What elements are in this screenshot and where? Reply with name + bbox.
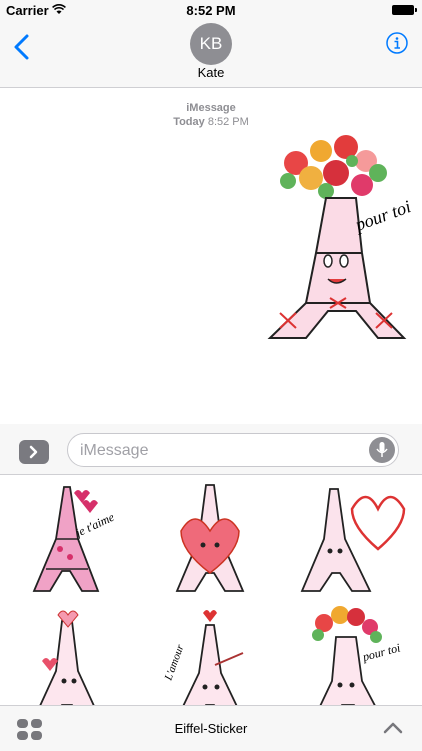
message-thread: iMessage Today 8:52 PM pour toi xyxy=(0,88,422,424)
service-label: iMessage xyxy=(186,102,236,114)
app-bar: Eiffel-Sticker xyxy=(0,705,422,751)
sticker-caption-lamour: L'amour xyxy=(162,642,187,683)
conversation-header: KB Kate xyxy=(0,20,422,88)
sticker-caption-je-taime: je t'aime xyxy=(72,509,117,540)
sent-eiffel-flowers-sticker[interactable]: pour toi xyxy=(266,133,414,348)
clock: 8:52 PM xyxy=(186,3,236,18)
app-name: Eiffel-Sticker xyxy=(174,721,248,736)
sticker-eiffel-heart-balloon[interactable] xyxy=(290,479,410,597)
message-input[interactable]: iMessage xyxy=(67,433,399,467)
sent-sticker-caption: pour toi xyxy=(351,196,414,235)
sticker-eiffel-hearts[interactable]: je t'aime xyxy=(12,479,132,597)
microphone-button[interactable] xyxy=(369,437,395,463)
avatar[interactable]: KB xyxy=(190,23,232,65)
sticker-eiffel-hearts-tree[interactable] xyxy=(12,601,132,705)
eiffel-big-heart-sticker-icon xyxy=(175,484,245,592)
eiffel-hearts-tree-sticker-icon xyxy=(39,610,95,705)
chevron-up-icon[interactable] xyxy=(382,720,404,736)
sticker-eiffel-flowers[interactable]: pour toi xyxy=(290,601,410,705)
composer: iMessage xyxy=(0,424,422,475)
microphone-icon xyxy=(376,442,388,457)
sticker-caption-pour-toi: pour toi xyxy=(360,640,402,664)
eiffel-lamour-sticker-icon: L'amour xyxy=(162,610,244,705)
eiffel-hearts-sticker-icon: je t'aime xyxy=(32,486,117,592)
contact-name[interactable]: Kate xyxy=(0,65,422,80)
sticker-eiffel-big-heart[interactable] xyxy=(151,479,271,597)
info-icon[interactable] xyxy=(386,32,408,54)
flower-crown-icon xyxy=(280,135,387,199)
back-chevron-icon[interactable] xyxy=(10,32,34,62)
message-timestamp: Today 8:52 PM xyxy=(173,116,249,128)
message-input-placeholder: iMessage xyxy=(80,442,149,459)
chevron-right-icon xyxy=(29,445,38,459)
sticker-drawer: je t'aime L'amour pour toi xyxy=(0,475,422,705)
sticker-eiffel-lamour[interactable]: L'amour xyxy=(151,601,271,705)
eiffel-flowers-sticker-icon: pour toi xyxy=(312,606,402,705)
expand-apps-button[interactable] xyxy=(19,440,49,464)
battery-icon xyxy=(392,5,417,15)
status-bar: Carrier 8:52 PM xyxy=(0,0,422,20)
eiffel-heart-balloon-sticker-icon xyxy=(300,488,406,592)
